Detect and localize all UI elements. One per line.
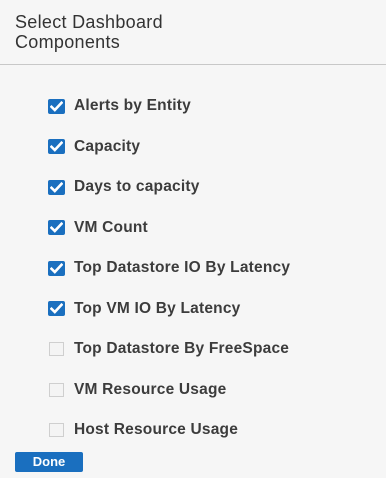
component-label: Top Datastore By FreeSpace (74, 340, 290, 358)
checkmark-icon (50, 303, 63, 315)
checkbox-checked[interactable] (48, 179, 65, 195)
checkmark-icon (50, 141, 63, 153)
component-label: Days to capacity (74, 178, 200, 196)
component-label: VM Count (74, 218, 148, 236)
component-item-top-datastore-io-by-latency[interactable]: Top Datastore IO By Latency (48, 248, 290, 289)
checkbox-checked[interactable] (48, 220, 65, 236)
component-label: Alerts by Entity (74, 97, 191, 115)
done-button[interactable]: Done (15, 452, 83, 472)
component-list: Alerts by Entity Capacity Days to capaci… (48, 86, 290, 451)
checkbox-unchecked[interactable] (49, 342, 64, 357)
checkmark-icon (50, 100, 63, 112)
component-item-vm-resource-usage[interactable]: VM Resource Usage (48, 370, 290, 411)
component-item-top-vm-io-by-latency[interactable]: Top VM IO By Latency (48, 289, 290, 330)
checkbox-checked[interactable] (48, 301, 65, 317)
checkmark-icon (50, 222, 63, 234)
checkmark-icon (50, 262, 63, 274)
dialog-title-line-2: Components (15, 32, 121, 52)
component-label: VM Resource Usage (74, 380, 227, 398)
component-item-top-datastore-by-freespace[interactable]: Top Datastore By FreeSpace (48, 329, 290, 370)
component-item-days-to-capacity[interactable]: Days to capacity (48, 167, 290, 208)
dialog-title: Select Dashboard Components (15, 12, 315, 52)
checkbox-unchecked[interactable] (49, 423, 64, 438)
component-item-alerts-by-entity[interactable]: Alerts by Entity (48, 86, 290, 127)
component-item-host-resource-usage[interactable]: Host Resource Usage (48, 410, 290, 451)
component-label: Host Resource Usage (74, 421, 239, 439)
dialog-title-line-1: Select Dashboard (15, 12, 163, 32)
checkmark-icon (50, 181, 63, 193)
title-divider (0, 64, 386, 65)
component-item-vm-count[interactable]: VM Count (48, 208, 290, 249)
checkbox-unchecked[interactable] (49, 382, 64, 397)
select-dashboard-components-dialog: Select Dashboard Components Alerts by En… (0, 0, 386, 478)
checkbox-checked[interactable] (48, 260, 65, 276)
component-label: Top Datastore IO By Latency (74, 259, 291, 277)
checkbox-checked[interactable] (48, 139, 65, 155)
component-item-capacity[interactable]: Capacity (48, 127, 290, 168)
component-label: Top VM IO By Latency (74, 299, 241, 317)
checkbox-checked[interactable] (48, 98, 65, 114)
component-label: Capacity (74, 137, 141, 155)
